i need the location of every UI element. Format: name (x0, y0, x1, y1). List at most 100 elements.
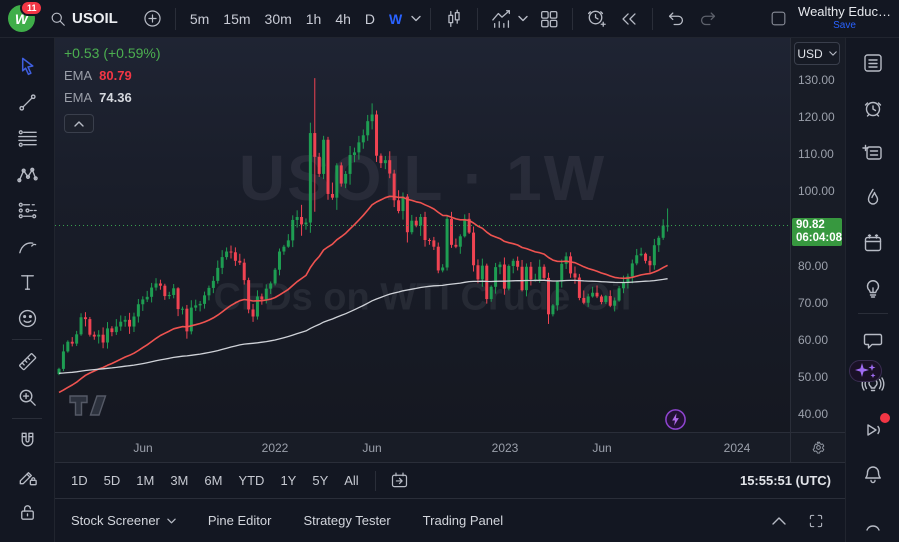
timeframe-4h[interactable]: 4h (328, 7, 358, 31)
timeframe-w[interactable]: W (382, 7, 409, 31)
save-layout-area[interactable]: Wealthy Educ… Save (769, 5, 893, 31)
chart-style-button[interactable] (438, 4, 470, 34)
timeframe-1h[interactable]: 1h (299, 7, 329, 31)
watchlist-button[interactable] (846, 41, 899, 86)
notifications-bell-icon (861, 463, 885, 487)
axis-settings-corner[interactable] (790, 433, 845, 462)
legend-collapse-button[interactable] (64, 114, 94, 133)
tab-trading-panel[interactable]: Trading Panel (423, 513, 503, 528)
create-alert-button[interactable] (580, 3, 613, 34)
tab-pine-editor[interactable]: Pine Editor (208, 513, 272, 528)
timeframe-15m[interactable]: 15m (216, 7, 257, 31)
interval-menu-button[interactable] (409, 11, 423, 26)
last-price: 90.82 (796, 219, 838, 232)
redo-button[interactable] (692, 4, 724, 34)
tool-lock-all[interactable] (0, 494, 54, 530)
symbol-search-button[interactable]: USOIL (43, 5, 123, 33)
emoji-icon (16, 307, 39, 330)
symbol-name: USOIL (72, 10, 118, 27)
timeframe-d[interactable]: D (358, 7, 382, 31)
indicator-row[interactable]: EMA 80.79 (64, 68, 161, 83)
layout-name: Wealthy Educ… (798, 5, 891, 20)
tool-drawing-lock[interactable] (0, 458, 54, 494)
search-icon (48, 9, 68, 29)
watchlist-icon (861, 51, 885, 75)
zoom-in-icon (16, 386, 39, 409)
rail-divider (12, 418, 42, 419)
range-ytd[interactable]: YTD (230, 469, 272, 492)
price-tick: 60.00 (798, 333, 828, 347)
range-3m[interactable]: 3M (162, 469, 196, 492)
panel-expand-icon[interactable] (807, 512, 825, 530)
more-button-partial[interactable] (846, 497, 899, 542)
fib-retracement-icon (16, 127, 39, 150)
goto-date-button[interactable] (384, 466, 415, 495)
utc-clock[interactable]: 15:55:51 (UTC) (740, 473, 837, 488)
range-1d[interactable]: 1D (63, 469, 96, 492)
tool-fib-retracement[interactable] (0, 120, 54, 156)
journal-button[interactable] (846, 131, 899, 176)
tradingview-logo[interactable] (68, 390, 110, 418)
ai-assistant-badge[interactable] (849, 360, 882, 382)
range-1m[interactable]: 1M (128, 469, 162, 492)
tool-xabcd-pattern[interactable] (0, 156, 54, 192)
compare-add-button[interactable] (137, 4, 168, 33)
cursor-icon (16, 55, 39, 78)
tool-magnet[interactable] (0, 422, 54, 458)
range-5y[interactable]: 5Y (304, 469, 336, 492)
notification-count-badge: 11 (20, 0, 43, 16)
timeframe-30m[interactable]: 30m (258, 7, 299, 31)
hotlists-button[interactable] (846, 176, 899, 221)
range-6m[interactable]: 6M (196, 469, 230, 492)
ai-sparkles-icon (853, 362, 879, 380)
save-layout-box-icon (769, 9, 788, 28)
time-tick: Jun (592, 441, 611, 455)
streams-button[interactable] (846, 407, 899, 452)
chevron-down-icon (167, 518, 176, 524)
indicator-row[interactable]: EMA 74.36 (64, 90, 161, 105)
tool-brush[interactable] (0, 228, 54, 264)
undo-button[interactable] (660, 4, 692, 34)
indicators-button[interactable] (485, 4, 533, 34)
toolbar-separator (430, 8, 431, 30)
alerts-button[interactable] (846, 86, 899, 131)
tool-trend-line[interactable] (0, 84, 54, 120)
tab-label: Stock Screener (71, 513, 160, 528)
tool-emoji[interactable] (0, 300, 54, 336)
range-1y[interactable]: 1Y (272, 469, 304, 492)
panel-collapse-icon[interactable] (771, 516, 787, 526)
range-5d[interactable]: 5D (96, 469, 129, 492)
tool-measure[interactable] (0, 343, 54, 379)
layout-name-block[interactable]: Wealthy Educ… Save (798, 5, 891, 31)
bottom-panel-bar: Stock Screener Pine Editor Strategy Tester… (55, 498, 845, 542)
ideas-button[interactable] (846, 266, 899, 311)
time-tick: 2022 (262, 441, 289, 455)
add-symbol-icon (142, 8, 163, 29)
trend-line-icon (16, 91, 39, 114)
timeframe-5m[interactable]: 5m (183, 7, 216, 31)
bottom-tabs: Stock Screener Pine Editor Strategy Tester… (71, 513, 535, 528)
tab-stock-screener[interactable]: Stock Screener (71, 513, 176, 528)
save-link[interactable]: Save (798, 20, 891, 32)
notifications-button[interactable] (846, 452, 899, 497)
panel-controls (771, 512, 829, 530)
range-all[interactable]: All (336, 469, 366, 492)
last-price-badge: 90.82 06:04:08 (792, 218, 842, 246)
layout-grid-button[interactable] (533, 4, 565, 34)
chat-button[interactable] (846, 317, 899, 362)
currency-dropdown[interactable]: USD (794, 42, 840, 65)
calendar-button[interactable] (846, 221, 899, 266)
ideas-bulb-icon (861, 276, 885, 300)
magnet-icon (16, 429, 39, 452)
app-logo[interactable]: W 11 (8, 5, 35, 32)
tool-text[interactable] (0, 264, 54, 300)
tab-strategy-tester[interactable]: Strategy Tester (303, 513, 390, 528)
chart-canvas[interactable]: USOIL · 1W CFDs on WTI Crude Oil +0.53 (… (55, 38, 790, 432)
lightning-event-icon[interactable] (664, 408, 687, 431)
price-scale[interactable]: USD 90.82 06:04:08 130.00120.00110.00100… (790, 38, 845, 432)
tool-zoom-in[interactable] (0, 379, 54, 415)
time-axis-labels[interactable]: Jun2022Jun2023Jun2024 (55, 433, 790, 462)
bar-replay-button[interactable] (613, 4, 645, 34)
tool-forecast[interactable] (0, 192, 54, 228)
tool-cursor[interactable] (0, 48, 54, 84)
